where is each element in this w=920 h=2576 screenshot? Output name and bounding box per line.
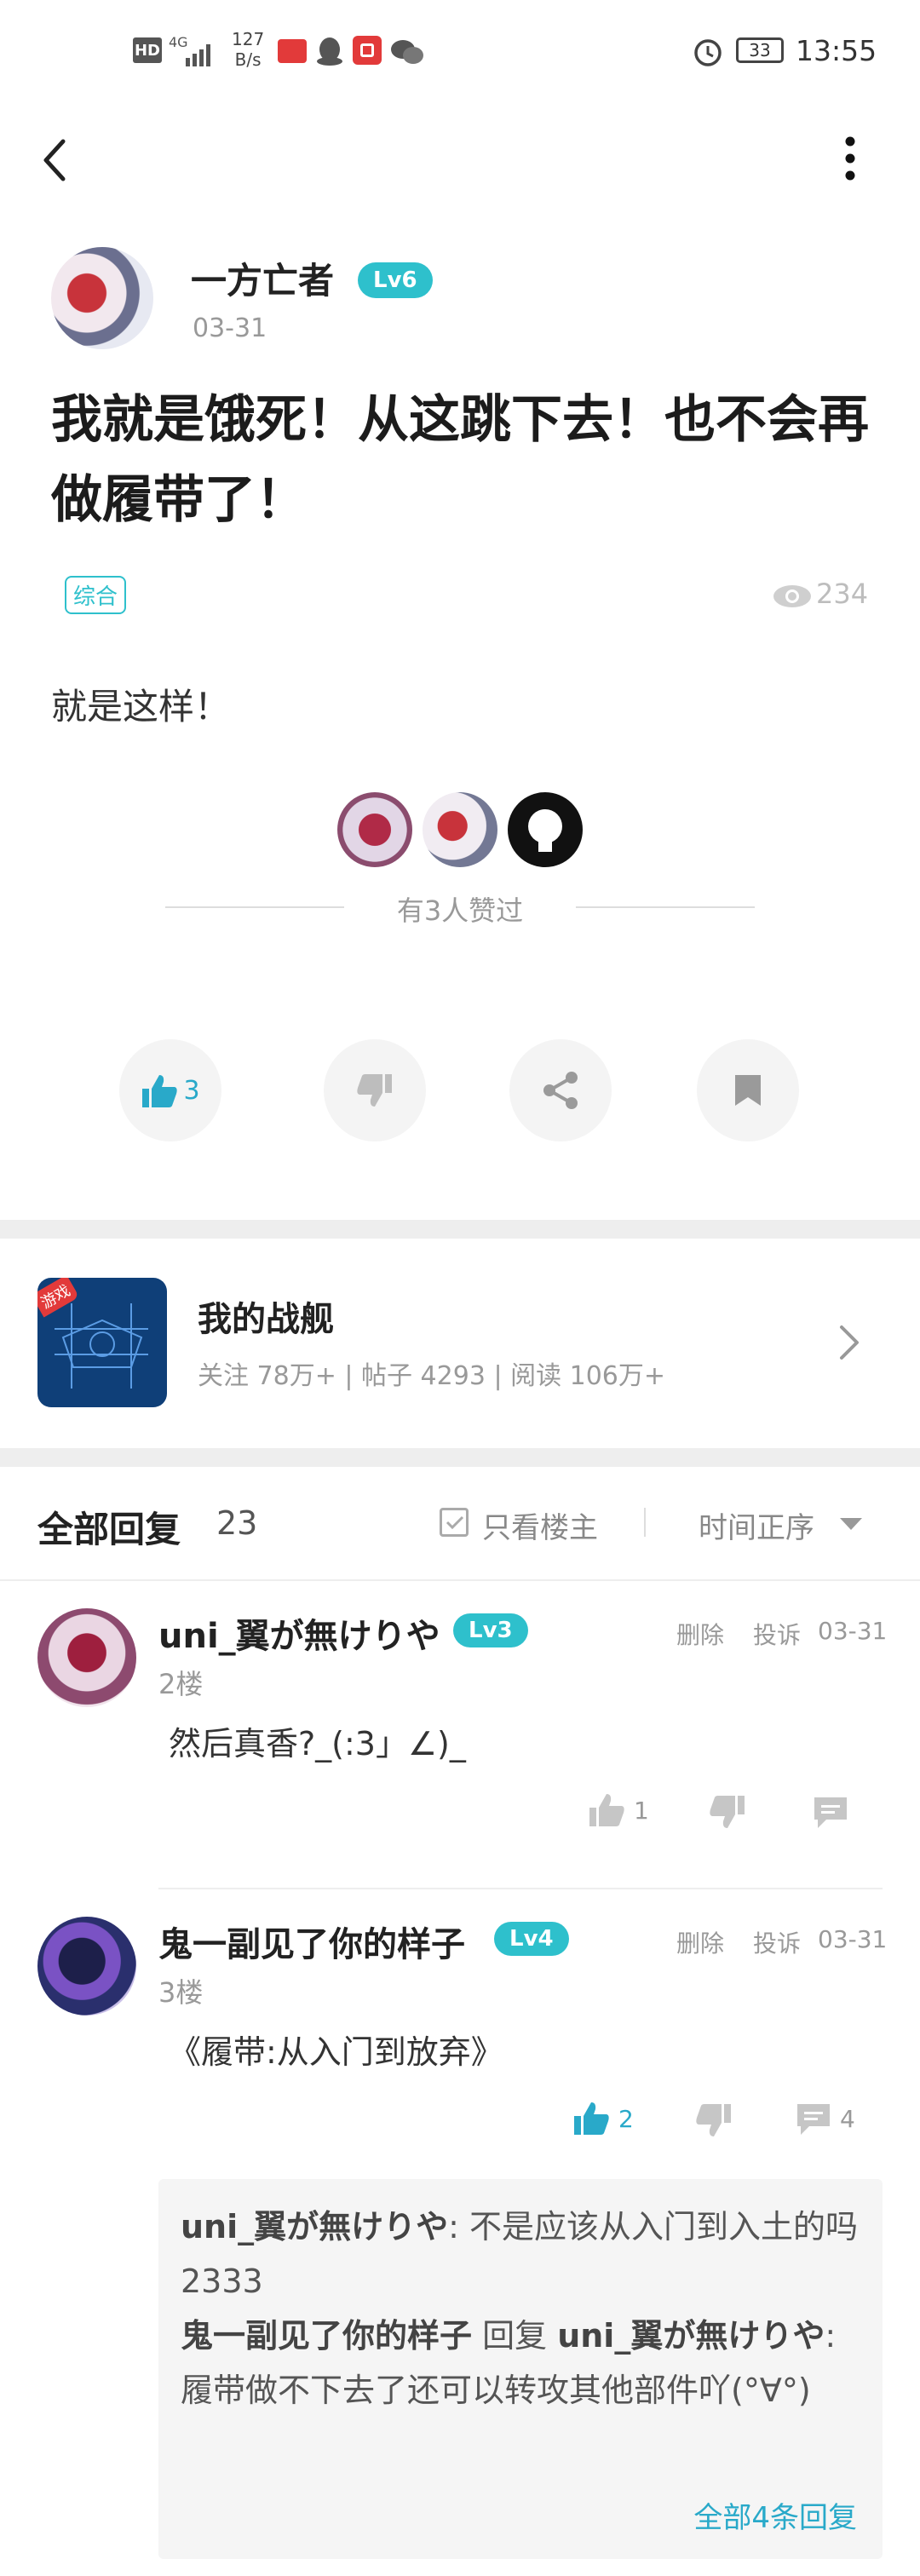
commenter-avatar[interactable] bbox=[37, 1917, 136, 2015]
divider-line bbox=[165, 906, 344, 908]
status-bar: HD 4G 127 B/s 33 13:55 bbox=[0, 0, 920, 102]
comment-text: 然后真香?_(:3」∠)_ bbox=[169, 1725, 466, 1762]
sub-reply-target-user[interactable]: uni_翼が無けりや bbox=[557, 2317, 825, 2355]
reply-to-label: 回复 bbox=[472, 2317, 558, 2355]
like-count: 3 bbox=[183, 1075, 200, 1106]
like-button[interactable]: 3 bbox=[119, 1039, 221, 1141]
commenter-name[interactable]: 鬼一副见了你的样子 bbox=[158, 1917, 465, 1966]
author-avatar[interactable] bbox=[51, 247, 153, 349]
net-speed: 127 B/s bbox=[232, 29, 265, 70]
forum-card[interactable]: 游戏 我的战舰 关注 78万+ | 帖子 4293 | 阅读 106万+ bbox=[0, 1239, 920, 1448]
comment-bubble-icon bbox=[797, 2104, 830, 2135]
commenter-level-badge: Lv4 bbox=[494, 1922, 569, 1956]
author-level-badge: Lv6 bbox=[358, 262, 433, 298]
share-button[interactable] bbox=[509, 1039, 612, 1141]
sub-reply: 鬼一副见了你的样子 回复 uni_翼が無けりや: 履带做不下去了还可以转攻其他部… bbox=[181, 2309, 862, 2418]
section-divider bbox=[0, 1448, 920, 1467]
liker-avatar[interactable] bbox=[337, 792, 412, 867]
replies-title: 全部回复 bbox=[37, 1509, 181, 1550]
comment-reply-button[interactable]: 4 bbox=[794, 2101, 855, 2136]
like-count: 1 bbox=[634, 1796, 649, 1825]
like-count: 2 bbox=[618, 2104, 634, 2133]
alarm-icon bbox=[694, 39, 722, 66]
sub-reply: uni_翼が無けりや: 不是应该从入门到入土的吗2333 bbox=[181, 2199, 862, 2309]
floor-number: 2楼 bbox=[158, 1668, 204, 1700]
view-count: 234 bbox=[816, 578, 869, 610]
sort-label[interactable]: 时间正序 bbox=[699, 1504, 814, 1546]
caret-down-icon[interactable] bbox=[838, 1516, 864, 1532]
back-icon[interactable] bbox=[37, 136, 72, 184]
report-link[interactable]: 投诉 bbox=[753, 1925, 801, 1959]
battery-icon: 33 bbox=[736, 37, 784, 63]
reply-count: 4 bbox=[840, 2104, 855, 2133]
post-date: 03-31 bbox=[193, 313, 267, 343]
dislike-button[interactable] bbox=[324, 1039, 426, 1141]
commenter-level-badge: Lv3 bbox=[453, 1613, 528, 1647]
app-notification-icon bbox=[278, 39, 307, 63]
bookmark-icon bbox=[735, 1075, 761, 1106]
eye-icon bbox=[773, 585, 811, 607]
divider-line bbox=[576, 906, 755, 908]
thumb-up-icon bbox=[589, 1794, 624, 1826]
comment-like-button[interactable]: 1 bbox=[588, 1792, 649, 1828]
thumb-up-icon bbox=[142, 1075, 178, 1107]
share-icon bbox=[543, 1072, 578, 1109]
redbook-icon bbox=[353, 36, 382, 65]
likes-summary: 有3人赞过 bbox=[396, 894, 524, 927]
comment-item: uni_翼が無けりや Lv3 删除 投诉 03-31 2楼 然后真香?_(:3」… bbox=[0, 1584, 920, 1891]
post-body: 就是这样！ bbox=[51, 686, 231, 727]
only-owner-checkbox[interactable] bbox=[440, 1508, 469, 1537]
wechat-icon bbox=[391, 40, 423, 64]
thumb-up-icon bbox=[574, 2102, 609, 2135]
comment-like-button[interactable]: 2 bbox=[572, 2101, 634, 2136]
floor-number: 3楼 bbox=[158, 1976, 204, 2009]
post-title: 我就是饿死！从这跳下去！也不会再做履带了！ bbox=[51, 390, 869, 530]
chevron-right-icon bbox=[840, 1325, 859, 1360]
forum-stats: 关注 78万+ | 帖子 4293 | 阅读 106万+ bbox=[198, 1361, 666, 1391]
delete-link[interactable]: 删除 bbox=[676, 1617, 724, 1651]
liker-avatar[interactable] bbox=[508, 792, 583, 867]
replies-count: 23 bbox=[216, 1504, 258, 1542]
check-icon bbox=[446, 1515, 464, 1530]
report-link[interactable]: 投诉 bbox=[753, 1617, 801, 1651]
thumb-down-icon bbox=[357, 1074, 392, 1107]
qq-icon bbox=[317, 37, 342, 66]
signal-icon bbox=[186, 44, 210, 66]
author-name[interactable]: 一方亡者 bbox=[191, 252, 334, 304]
divider-line bbox=[158, 1888, 883, 1889]
commenter-name[interactable]: uni_翼が無けりや bbox=[158, 1608, 440, 1658]
commenter-avatar[interactable] bbox=[37, 1608, 136, 1707]
sub-reply-user[interactable]: 鬼一副见了你的样子 bbox=[181, 2317, 472, 2355]
more-options-icon[interactable] bbox=[835, 133, 865, 184]
comment-date: 03-31 bbox=[818, 1925, 888, 1953]
forum-name: 我的战舰 bbox=[198, 1300, 334, 1339]
comment-bubble-icon[interactable] bbox=[811, 1794, 850, 1830]
section-divider bbox=[0, 1220, 920, 1239]
category-tag[interactable]: 综合 bbox=[65, 576, 127, 614]
all-replies-link[interactable]: 全部4条回复 bbox=[693, 2494, 857, 2536]
only-owner-label[interactable]: 只看楼主 bbox=[482, 1504, 598, 1546]
divider-line bbox=[644, 1508, 646, 1537]
clock: 13:55 bbox=[796, 34, 877, 67]
forum-icon: 游戏 bbox=[37, 1278, 167, 1407]
thumb-down-icon[interactable] bbox=[693, 2101, 733, 2138]
comment-text: 《履带:从入门到放弃》 bbox=[169, 2033, 503, 2071]
delete-link[interactable]: 删除 bbox=[676, 1925, 724, 1959]
hd-icon: HD bbox=[133, 37, 162, 63]
thumb-down-icon[interactable] bbox=[707, 1792, 746, 1830]
divider-line bbox=[0, 1579, 920, 1581]
comment-item: 鬼一副见了你的样子 Lv4 删除 投诉 03-31 3楼 《履带:从入门到放弃》… bbox=[0, 1893, 920, 2574]
comment-date: 03-31 bbox=[818, 1617, 888, 1645]
bookmark-button[interactable] bbox=[697, 1039, 799, 1141]
sub-reply-user[interactable]: uni_翼が無けりや bbox=[181, 2208, 448, 2245]
liker-avatar[interactable] bbox=[423, 792, 497, 867]
sub-replies-box: uni_翼が無けりや: 不是应该从入门到入土的吗2333 鬼一副见了你的样子 回… bbox=[158, 2179, 883, 2559]
